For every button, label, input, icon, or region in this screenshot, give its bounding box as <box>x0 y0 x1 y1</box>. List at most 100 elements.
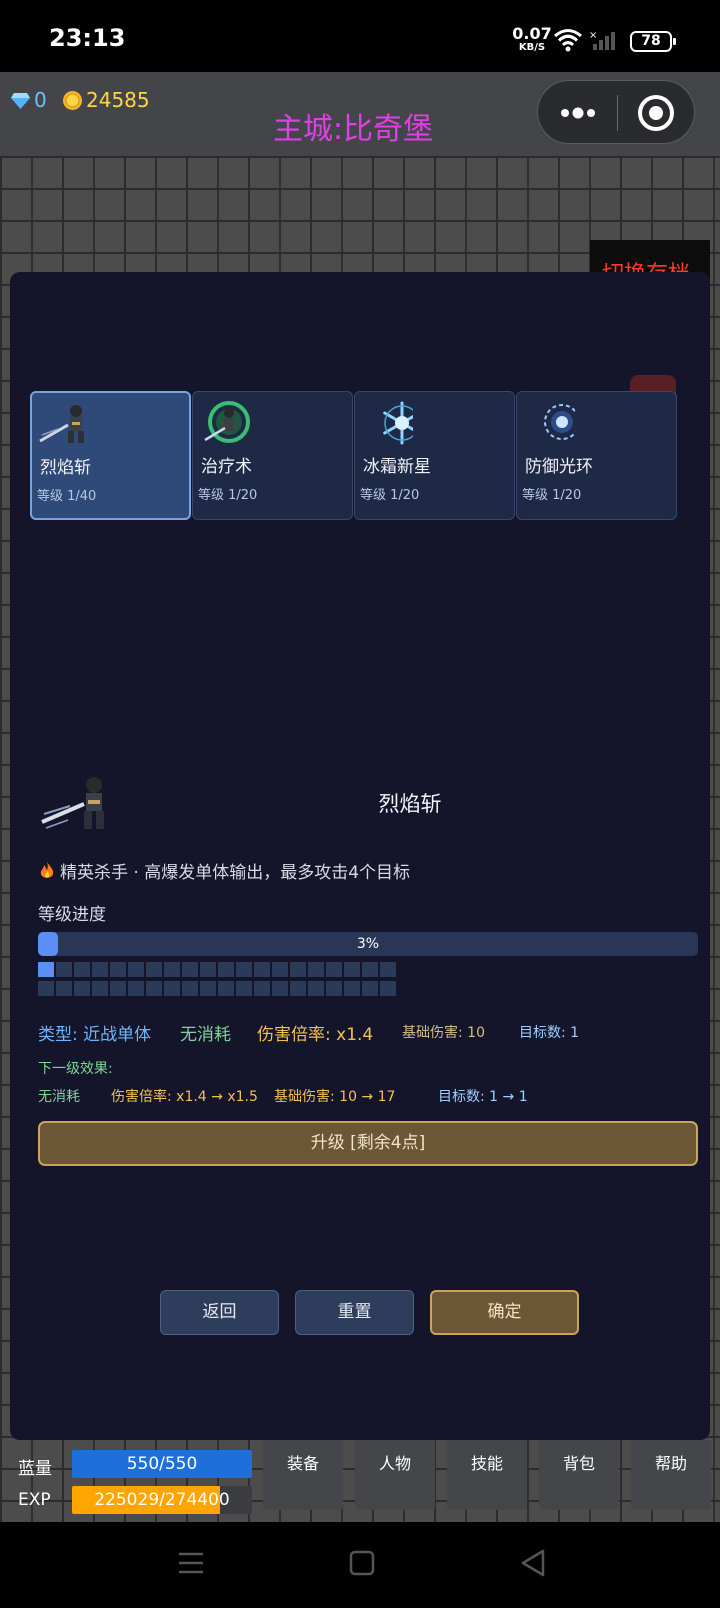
level-cell <box>146 962 162 977</box>
fire-icon <box>40 861 54 878</box>
level-cell-row <box>38 981 398 996</box>
level-cell <box>308 962 324 977</box>
level-cell <box>128 962 144 977</box>
level-cell <box>344 981 360 996</box>
level-cell <box>38 981 54 996</box>
tab-skills[interactable]: 技能 <box>447 1440 527 1510</box>
level-cell <box>362 981 378 996</box>
skill-level: 等级 1/40 <box>37 489 97 504</box>
network-speed: 0.07 KB/S <box>512 26 552 53</box>
svg-text:×: × <box>589 30 597 41</box>
level-cell <box>56 981 72 996</box>
system-nav-bar <box>0 1522 720 1608</box>
level-cell <box>92 981 108 996</box>
stat-type: 类型: 近战单体 <box>38 1025 152 1045</box>
level-progress-title: 等级进度 <box>38 905 106 925</box>
skill-level: 等级 1/20 <box>360 488 420 503</box>
exp-value: 225029/274400 <box>94 1490 230 1510</box>
skill-description: 精英杀手 · 高爆发单体输出，最多攻击4个目标 <box>38 858 410 883</box>
upgrade-button[interactable]: 升级 [剩余4点] <box>38 1121 698 1166</box>
level-cell <box>110 981 126 996</box>
level-progress-bar: 3% <box>38 932 698 956</box>
level-progress-percent: 3% <box>356 936 380 952</box>
skill-description-text: 精英杀手 · 高爆发单体输出，最多攻击4个目标 <box>60 863 411 883</box>
stat-base-damage: 基础伤害: 10 <box>402 1025 485 1041</box>
level-cell <box>56 962 72 977</box>
mana-value: 550/550 <box>126 1454 198 1474</box>
level-cell <box>326 981 342 996</box>
green-heal-warrior-icon <box>204 401 250 443</box>
game-header: 0 24585 主城:比奇堡 <box>0 72 720 156</box>
close-miniprogram-icon[interactable] <box>638 95 674 131</box>
capsule-divider <box>617 95 618 131</box>
skill-level: 等级 1/20 <box>198 488 258 503</box>
tab-help[interactable]: 帮助 <box>631 1440 711 1510</box>
level-cell <box>200 962 216 977</box>
skill-name: 防御光环 <box>525 457 593 477</box>
ice-snowflake-icon <box>383 401 413 445</box>
exp-bar: 225029/274400 <box>72 1486 252 1514</box>
next-level-title: 下一级效果: <box>38 1061 113 1077</box>
mana-bar: 550/550 <box>72 1450 252 1478</box>
stat-damage-multiplier: 伤害倍率: x1.4 <box>257 1025 374 1045</box>
skill-card-frost-nova[interactable]: 冰霜新星 等级 1/20 <box>354 391 515 520</box>
tab-character[interactable]: 人物 <box>355 1440 435 1510</box>
level-cell <box>344 962 360 977</box>
shield-aura-icon <box>544 404 575 440</box>
skill-card-heal[interactable]: 治疗术 等级 1/20 <box>192 391 353 520</box>
stat-cost: 无消耗 <box>180 1025 231 1045</box>
bottom-hud: 蓝量 550/550 EXP 225029/274400 装备 人物 技能 背包… <box>0 1440 720 1522</box>
more-options-icon[interactable] <box>558 101 598 125</box>
selected-skill-icon <box>41 777 104 829</box>
back-button[interactable]: 返回 <box>160 1290 279 1335</box>
back-nav-icon[interactable] <box>520 1549 546 1577</box>
home-icon[interactable] <box>349 1550 375 1576</box>
exp-label: EXP <box>18 1490 51 1510</box>
menu-icon[interactable] <box>178 1550 204 1576</box>
level-cell <box>272 981 288 996</box>
skill-name: 治疗术 <box>201 457 252 477</box>
level-cell <box>164 962 180 977</box>
level-cell <box>182 981 198 996</box>
skill-panel: 烈焰斩 等级 1/40 治疗术 等级 1/20 冰霜新星 等级 1/20 防御光… <box>10 272 710 1440</box>
reset-button[interactable]: 重置 <box>295 1290 414 1335</box>
level-cell <box>200 981 216 996</box>
level-cell <box>218 981 234 996</box>
clock: 23:13 <box>49 24 126 52</box>
level-cell <box>110 962 126 977</box>
skill-card-defense-aura[interactable]: 防御光环 等级 1/20 <box>516 391 677 520</box>
selected-skill-name: 烈焰斩 <box>378 792 442 816</box>
level-cell <box>254 981 270 996</box>
skill-card-flame-slash[interactable]: 烈焰斩 等级 1/40 <box>30 391 191 520</box>
level-cell <box>290 962 306 977</box>
next-damage-multiplier: 伤害倍率: x1.4 → x1.5 <box>111 1089 258 1105</box>
level-cell <box>380 962 396 977</box>
level-cell <box>74 981 90 996</box>
network-speed-unit: KB/S <box>518 42 546 53</box>
level-cell <box>182 962 198 977</box>
tab-bag[interactable]: 背包 <box>539 1440 619 1510</box>
sword-warrior-icon <box>39 405 84 443</box>
level-cell-row <box>38 962 398 977</box>
level-cell <box>218 962 234 977</box>
level-cell <box>38 962 54 977</box>
miniprogram-capsule <box>537 80 695 144</box>
level-cell <box>290 981 306 996</box>
level-cell-grid <box>38 962 398 1000</box>
level-cell <box>74 962 90 977</box>
level-cell <box>254 962 270 977</box>
level-cell <box>272 962 288 977</box>
level-cell <box>236 981 252 996</box>
network-speed-value: 0.07 <box>512 24 552 43</box>
skill-name: 冰霜新星 <box>363 457 431 477</box>
stat-targets: 目标数: 1 <box>519 1025 580 1041</box>
skill-name: 烈焰斩 <box>40 458 91 478</box>
level-cell <box>308 981 324 996</box>
signal-icon: × <box>589 30 615 50</box>
skill-list: 烈焰斩 等级 1/40 治疗术 等级 1/20 冰霜新星 等级 1/20 防御光… <box>30 391 690 521</box>
tab-equipment[interactable]: 装备 <box>263 1440 343 1510</box>
level-cell <box>146 981 162 996</box>
confirm-button[interactable]: 确定 <box>430 1290 579 1335</box>
level-cell <box>164 981 180 996</box>
next-cost: 无消耗 <box>38 1089 80 1105</box>
